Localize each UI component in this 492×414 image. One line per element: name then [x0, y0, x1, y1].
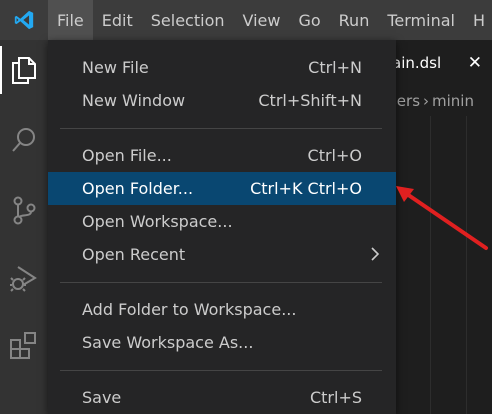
menu-item-label: Add Folder to Workspace... — [82, 300, 297, 319]
menu-separator — [60, 128, 382, 129]
menu-item-shortcut: Ctrl+Shift+N — [258, 91, 362, 110]
file-menu-dropdown: New File Ctrl+N New Window Ctrl+Shift+N … — [48, 40, 396, 414]
menu-run[interactable]: Run — [330, 0, 379, 40]
menu-item-label: Save — [82, 388, 122, 407]
menu-bar: File Edit Selection View Go Run Terminal… — [0, 0, 492, 40]
chevron-right-icon — [368, 245, 382, 263]
menu-item-add-folder-to-workspace[interactable]: Add Folder to Workspace... — [48, 293, 396, 326]
menu-item-save[interactable]: Save Ctrl+S — [48, 381, 396, 414]
breadcrumb-item[interactable]: minin — [432, 92, 474, 110]
menu-item-shortcut: Ctrl+N — [308, 58, 362, 77]
extensions-icon[interactable] — [0, 322, 48, 370]
menu-edit[interactable]: Edit — [93, 0, 142, 40]
menu-separator — [60, 370, 382, 371]
menu-item-label: New File — [82, 58, 149, 77]
menu-item-label: Open File... — [82, 146, 172, 165]
menu-item-shortcut: Ctrl+O — [307, 146, 362, 165]
menu-item-save-workspace-as[interactable]: Save Workspace As... — [48, 326, 396, 359]
menu-item-label: Open Recent — [82, 245, 186, 264]
menu-item-new-window[interactable]: New Window Ctrl+Shift+N — [48, 84, 396, 117]
menu-item-new-file[interactable]: New File Ctrl+N — [48, 51, 396, 84]
menu-item-open-workspace[interactable]: Open Workspace... — [48, 205, 396, 238]
menu-item-open-folder[interactable]: Open Folder... Ctrl+K Ctrl+O — [48, 172, 396, 205]
source-control-icon[interactable] — [0, 186, 48, 234]
menu-help[interactable]: H — [464, 0, 485, 40]
menu-item-label: Save Workspace As... — [82, 333, 254, 352]
close-icon[interactable]: ✕ — [468, 53, 482, 73]
red-arrow-annotation — [396, 186, 488, 250]
vscode-logo-icon — [0, 0, 48, 40]
tab-label: ain.dsl — [392, 54, 442, 72]
menu-item-label: Open Folder... — [82, 179, 194, 198]
active-indicator — [0, 46, 2, 94]
menu-item-shortcut: Ctrl+K Ctrl+O — [250, 179, 362, 198]
chevron-right-icon: › — [423, 92, 430, 110]
menu-view[interactable]: View — [234, 0, 290, 40]
search-icon[interactable] — [0, 116, 48, 164]
menu-item-open-file[interactable]: Open File... Ctrl+O — [48, 139, 396, 172]
menu-terminal[interactable]: Terminal — [378, 0, 464, 40]
menu-item-label: Open Workspace... — [82, 212, 233, 231]
activity-bar — [0, 40, 48, 414]
menu-file[interactable]: File — [48, 0, 93, 40]
menu-selection[interactable]: Selection — [142, 0, 234, 40]
menu-item-open-recent[interactable]: Open Recent — [48, 238, 396, 271]
menu-item-shortcut: Ctrl+S — [309, 388, 362, 407]
menu-separator — [60, 282, 382, 283]
explorer-icon[interactable] — [0, 46, 48, 94]
run-debug-icon[interactable] — [0, 254, 48, 302]
menu-item-label: New Window — [82, 91, 186, 110]
menu-go[interactable]: Go — [289, 0, 329, 40]
